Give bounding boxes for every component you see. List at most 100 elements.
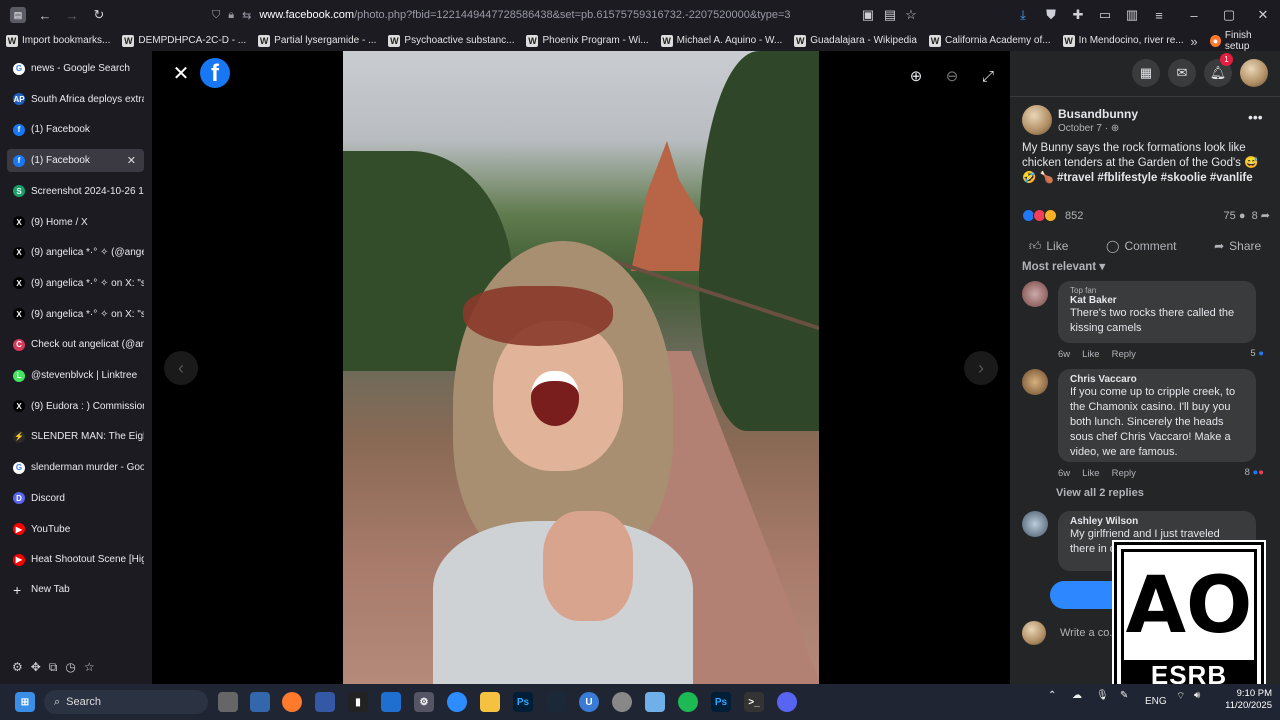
- bookmark-item[interactable]: W California Academy of...: [923, 30, 1057, 51]
- tab-item[interactable]: ▶ YouTube: [7, 518, 144, 541]
- mic-icon[interactable]: 🎙︎: [1096, 690, 1109, 701]
- copilot-icon[interactable]: [250, 692, 270, 712]
- reaction-summary[interactable]: 852: [1022, 209, 1083, 222]
- post-author[interactable]: Busandbunny: [1058, 107, 1138, 121]
- bookmark-item[interactable]: W Guadalajara - Wikipedia: [788, 30, 923, 51]
- permissions-icon[interactable]: ⇆: [242, 9, 251, 22]
- minimize-icon[interactable]: –: [1186, 7, 1202, 23]
- terminal-icon[interactable]: >_: [744, 692, 764, 712]
- facebook-logo-icon[interactable]: f: [200, 58, 230, 88]
- messenger-icon[interactable]: ✉: [1168, 59, 1196, 87]
- close-window-icon[interactable]: ✕: [1255, 7, 1271, 23]
- bookmark-item[interactable]: W Import bookmarks...: [0, 30, 116, 51]
- taskbar-search[interactable]: ⌕ Search: [44, 690, 208, 714]
- history-icon[interactable]: ◷: [65, 660, 75, 674]
- more-options-icon[interactable]: •••: [1248, 109, 1263, 125]
- bookmark-item[interactable]: W DEMPDHPCA-2C-D - ...: [116, 30, 252, 51]
- tab-item[interactable]: S Screenshot 2024-10-26 12: [7, 180, 144, 203]
- comment-age[interactable]: 6w: [1058, 468, 1070, 479]
- maximize-icon[interactable]: ▢: [1221, 7, 1237, 23]
- steam-icon[interactable]: [546, 692, 566, 712]
- file-icon[interactable]: [218, 692, 238, 712]
- url-bar[interactable]: ⛉ 🔒︎ ⇆ www.facebook.com/photo.php?fbid=1…: [212, 4, 924, 26]
- app-icon[interactable]: [315, 692, 335, 712]
- windows-start-icon[interactable]: ⊞: [15, 692, 35, 712]
- like-button[interactable]: 👍︎ Like: [1029, 239, 1069, 254]
- file-explorer-icon[interactable]: [480, 692, 500, 712]
- tab-item[interactable]: C Check out angelicat (@ang: [7, 333, 144, 356]
- previous-photo-icon[interactable]: ‹: [164, 351, 198, 385]
- comment-age[interactable]: 6w: [1058, 349, 1070, 360]
- firefox-taskbar-icon[interactable]: [282, 692, 302, 712]
- zoom-out-icon[interactable]: ⊖: [942, 66, 962, 86]
- notepad-icon[interactable]: [645, 692, 665, 712]
- tab-item[interactable]: L @stevenblvck | Linktree: [7, 364, 144, 387]
- comment-like-button[interactable]: Like: [1082, 468, 1099, 479]
- bookmarks-overflow-icon[interactable]: »: [1186, 33, 1202, 49]
- onedrive-icon[interactable]: ☁: [1072, 690, 1082, 701]
- chrome-icon[interactable]: [612, 692, 632, 712]
- comment-button[interactable]: ◯ Comment: [1106, 239, 1176, 253]
- reload-icon[interactable]: ↻: [91, 7, 107, 23]
- fullscreen-icon[interactable]: ⤢: [978, 66, 998, 86]
- audio-app-icon[interactable]: ▮: [348, 692, 368, 712]
- tabs-icon[interactable]: ▥: [1124, 7, 1140, 23]
- commenter-name[interactable]: Ashley Wilson: [1070, 516, 1246, 527]
- zoom-icon[interactable]: [447, 692, 467, 712]
- tab-item[interactable]: X (9) Home / X: [7, 211, 144, 234]
- extensions-icon[interactable]: ✚: [1070, 7, 1086, 23]
- post-date[interactable]: October 7 · ⊕: [1058, 123, 1119, 134]
- tab-item[interactable]: Gnews - Google Search: [7, 57, 144, 80]
- language-indicator[interactable]: ENG: [1145, 696, 1167, 707]
- next-photo-icon[interactable]: ›: [964, 351, 998, 385]
- tab-item[interactable]: Gslenderman murder - Goo: [7, 456, 144, 479]
- back-icon[interactable]: ←: [37, 7, 53, 23]
- zoom-in-icon[interactable]: ⊕: [906, 66, 926, 86]
- pen-icon[interactable]: ✎: [1120, 690, 1128, 701]
- commenter-avatar[interactable]: [1022, 511, 1048, 537]
- commenter-name[interactable]: Chris Vaccaro: [1070, 374, 1246, 385]
- share-button[interactable]: ➦ Share: [1214, 239, 1261, 253]
- reader-view-icon[interactable]: ▤: [882, 7, 898, 23]
- tab-item[interactable]: ⚡ SLENDER MAN: The Eight: [7, 425, 144, 448]
- bookmark-star-icon[interactable]: ☆: [903, 7, 919, 23]
- commenter-name[interactable]: Kat Baker: [1070, 295, 1246, 306]
- close-tab-icon[interactable]: ✕: [127, 154, 136, 167]
- tray-overflow-icon[interactable]: ⌃: [1048, 690, 1056, 701]
- tab-item[interactable]: f (1) Facebook ✕: [7, 149, 144, 173]
- network-icon[interactable]: ⌔: [1176, 690, 1185, 703]
- app-u-icon[interactable]: U: [579, 692, 599, 712]
- bookmark-item[interactable]: W In Mendocino, river re...: [1057, 30, 1190, 51]
- tab-item[interactable]: D Discord: [7, 487, 144, 510]
- comment-reaction-count[interactable]: 5 ●: [1250, 348, 1264, 359]
- system-clock[interactable]: 9:10 PM 11/20/2025: [1214, 688, 1272, 712]
- commenter-avatar[interactable]: [1022, 369, 1048, 395]
- comment-reply-button[interactable]: Reply: [1112, 349, 1136, 360]
- shield-extension-icon[interactable]: ⛊: [1043, 7, 1059, 23]
- synced-tabs-icon[interactable]: ⧉: [49, 660, 58, 675]
- settings-icon[interactable]: ⚙: [12, 660, 23, 674]
- bookmark-item[interactable]: W Partial lysergamide - ...: [252, 30, 382, 51]
- container-icon[interactable]: ▭: [1097, 7, 1113, 23]
- poster-avatar[interactable]: [1022, 105, 1052, 135]
- tab-item[interactable]: X (9) angelica *·° ✧ on X: "sa: [7, 303, 144, 326]
- spotify-icon[interactable]: [678, 692, 698, 712]
- view-replies-link[interactable]: View all 2 replies: [1056, 487, 1144, 499]
- post-photo[interactable]: [343, 51, 819, 684]
- finish-setup-button[interactable]: ● Finish setup: [1204, 30, 1280, 52]
- profile-avatar[interactable]: [1240, 59, 1268, 87]
- photoshop-2-icon[interactable]: Ps: [711, 692, 731, 712]
- new-tab-button[interactable]: + New Tab: [7, 578, 144, 601]
- comment-reaction-count[interactable]: 8 ●●: [1245, 467, 1264, 478]
- photoshop-icon[interactable]: Ps: [513, 692, 533, 712]
- downloads-icon[interactable]: ⤓: [1015, 7, 1031, 23]
- tab-item[interactable]: AP South Africa deploys extra: [7, 88, 144, 111]
- close-viewer-icon[interactable]: ✕: [170, 62, 192, 85]
- bookmark-item[interactable]: W Psychoactive substanc...: [382, 30, 520, 51]
- engagement-counts[interactable]: 75 ● 8 ➦: [1224, 209, 1271, 222]
- bookmark-item[interactable]: W Michael A. Aquino - W...: [655, 30, 789, 51]
- tab-item[interactable]: X (9) angelica *·° ✧ on X: "sa: [7, 272, 144, 295]
- sort-comments-dropdown[interactable]: Most relevant ▾: [1022, 259, 1105, 273]
- tab-item[interactable]: f (1) Facebook: [7, 118, 144, 141]
- caption-hashtags[interactable]: #travel #fblifestyle #skoolie #vanlife: [1057, 172, 1253, 184]
